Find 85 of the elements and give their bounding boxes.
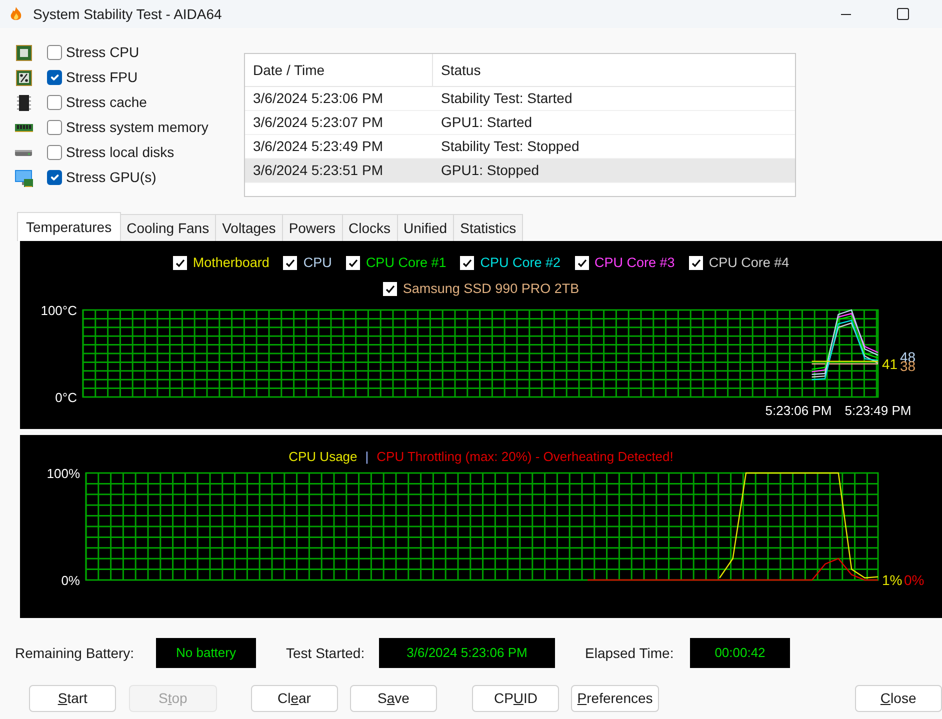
dialog-button[interactable]: Preferences [571, 685, 659, 712]
axis-label: 100% [46, 468, 80, 481]
checkbox-label[interactable]: Stress FPU [66, 67, 138, 88]
stress-checkbox[interactable] [47, 170, 62, 185]
tab[interactable]: Temperatures [17, 212, 121, 241]
legend-checkbox[interactable] [346, 256, 360, 270]
field-label: Elapsed Time: [585, 644, 675, 663]
maximize-icon [897, 8, 909, 20]
reading-value: 1% [882, 572, 902, 588]
check-icon [384, 284, 395, 294]
legend-checkbox[interactable] [283, 256, 298, 270]
legend-checkbox[interactable] [382, 282, 397, 296]
column-header[interactable]: Date / Time [245, 54, 433, 86]
stress-checkbox[interactable] [47, 120, 62, 135]
field-label: Remaining Battery: [15, 644, 136, 663]
legend-label: CPU Core #1 [366, 254, 446, 272]
stress-checkbox[interactable] [47, 95, 62, 110]
legend-label: CPU Core #4 [708, 254, 790, 272]
tab[interactable]: Clocks [342, 214, 398, 241]
stress-checkbox[interactable] [47, 70, 62, 85]
status-value: No battery [156, 638, 256, 668]
tab[interactable]: Powers [282, 214, 342, 241]
table-cell-text: GPU1: Stopped [440, 161, 540, 180]
stress-checkbox[interactable] [47, 145, 62, 160]
window-title: System Stability Test - AIDA64 [33, 4, 223, 24]
monitor-card-icon [15, 168, 33, 186]
table-cell-text: 3/6/2024 5:23:06 PM [252, 89, 384, 108]
check-icon [285, 258, 296, 268]
check-icon [174, 258, 185, 268]
tab[interactable]: Statistics [453, 214, 524, 241]
graph-title: CPU Throttling (max: 20%) - Overheating Detected! [376, 448, 674, 466]
checkbox-label[interactable]: Stress local disks [66, 142, 174, 163]
table-cell-text: GPU1: Started [440, 113, 534, 132]
title-separator: | [365, 448, 369, 466]
check-icon [576, 258, 587, 268]
flame-icon [8, 6, 24, 22]
axis-label: 0°C [55, 390, 77, 405]
dialog-button[interactable]: Save [350, 685, 438, 712]
dialog-button[interactable]: Clear [250, 685, 338, 712]
legend-checkbox[interactable] [460, 256, 474, 270]
axis-label: 100°C [40, 304, 77, 318]
legend-checkbox[interactable] [574, 256, 589, 270]
legend-label: CPU Core #2 [480, 254, 561, 272]
checkbox-label[interactable]: Stress system memory [66, 117, 208, 138]
disk-drive-icon [15, 148, 33, 156]
table-cell-text: Stability Test: Stopped [440, 137, 580, 156]
check-icon [348, 258, 358, 268]
dialog-button[interactable]: CPUID [472, 685, 560, 712]
dialog-button[interactable]: Close [854, 685, 942, 712]
field-label: Test Started: [286, 644, 366, 662]
reading-value: 0% [904, 572, 924, 588]
table-cell-text: 3/6/2024 5:23:51 PM [252, 161, 384, 180]
stress-checkbox[interactable] [47, 45, 62, 60]
legend-label: CPU [303, 254, 332, 272]
table-cell-text: Stability Test: Started [440, 89, 574, 108]
tab[interactable]: Voltages [215, 214, 283, 241]
legend-label: Samsung SSD 990 PRO 2TB [402, 280, 580, 298]
time-label: 5:23:06 PM [765, 403, 832, 418]
log-row[interactable]: 3/6/2024 5:23:51 PM GPU1: Stopped [245, 159, 795, 183]
checkbox-label[interactable]: Stress CPU [66, 42, 140, 63]
table-cell-text: 3/6/2024 5:23:07 PM [252, 113, 384, 132]
check-icon [690, 258, 701, 268]
memory-chip-icon [15, 94, 33, 112]
checkbox-label[interactable]: Stress GPU(s) [66, 167, 156, 188]
legend-label: CPU Core #3 [594, 254, 675, 272]
tab[interactable]: Unified [396, 214, 454, 241]
status-value: 3/6/2024 5:23:06 PM [379, 638, 555, 668]
column-header[interactable]: Status [433, 54, 795, 86]
status-value: 00:00:42 [690, 638, 790, 668]
cpu-chip-icon [15, 44, 33, 62]
axis-label: 0% [61, 573, 80, 588]
log-row[interactable]: 3/6/2024 5:23:07 PM GPU1: Started [245, 111, 795, 135]
tab[interactable]: Cooling Fans [120, 214, 216, 241]
checkbox-label[interactable]: Stress cache [66, 92, 147, 113]
check-icon [462, 258, 472, 268]
legend-checkbox[interactable] [688, 256, 703, 270]
time-label: 5:23:49 PM [844, 403, 912, 418]
graph-title: CPU Usage [288, 448, 358, 466]
table-cell-text: 3/6/2024 5:23:49 PM [252, 137, 384, 156]
legend-label: Motherboard [192, 254, 270, 272]
legend-checkbox[interactable] [172, 256, 187, 270]
percent-chip-icon [15, 68, 33, 86]
dialog-button[interactable]: Start [29, 685, 116, 712]
reading-value: 41 [882, 356, 898, 372]
log-row[interactable]: 3/6/2024 5:23:06 PM Stability Test: Started [245, 87, 795, 111]
